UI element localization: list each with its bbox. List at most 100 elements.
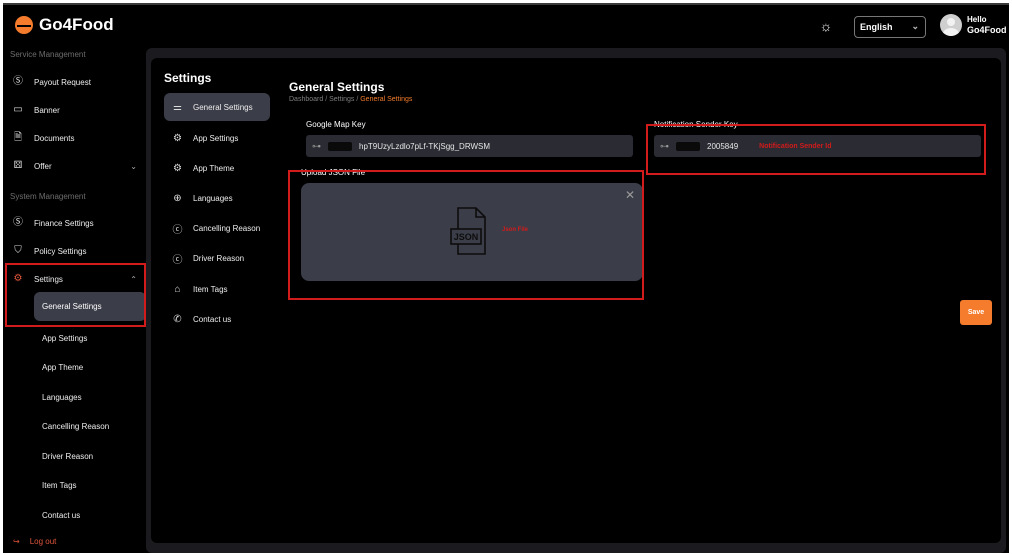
settings-nav-general-settings[interactable]: ⚌ General Settings — [164, 93, 270, 121]
phone-icon: ✆ — [173, 313, 182, 325]
sidebar-item-documents[interactable]: 🗎 Documents — [13, 130, 141, 146]
app-window: Go4Food ☼ English ⌄ Hello Go4Food Servic… — [3, 3, 1009, 553]
settings-nav-label: Cancelling Reason — [193, 223, 261, 233]
logout-label: Log out — [29, 537, 57, 546]
settings-nav-label: Contact us — [193, 314, 232, 324]
settings-nav-item-tags[interactable]: ⌂ Item Tags — [164, 275, 270, 303]
settings-nav-languages[interactable]: ⊕ Languages — [164, 184, 270, 212]
logout-icon: ↪ — [13, 537, 20, 546]
greeting: Hello — [967, 15, 987, 24]
sidebar-sub-contact-us[interactable]: Contact us — [42, 511, 80, 520]
breadcrumb-home[interactable]: Dashboard — [289, 96, 323, 103]
settings-nav-contact-us[interactable]: ✆ Contact us — [164, 305, 270, 333]
json-icon-text: JSON — [454, 232, 479, 242]
page-title: General Settings — [289, 80, 385, 94]
language-select[interactable]: English ⌄ — [854, 16, 926, 38]
sidebar-item-label: Banner — [34, 105, 60, 115]
sliders-icon: ⚌ — [173, 101, 182, 113]
user-name: Go4Food — [967, 25, 1007, 35]
settings-nav-driver-reason[interactable]: ⓒ Driver Reason — [164, 244, 270, 272]
system-management-title: System Management — [10, 192, 86, 201]
sidebar-sub-app-settings[interactable]: App Settings — [42, 334, 87, 343]
sidebar-item-label: Settings — [34, 274, 63, 284]
sidebar-sub-cancelling-reason[interactable]: Cancelling Reason — [42, 422, 109, 431]
settings-nav-label: Item Tags — [193, 284, 228, 294]
upload-json-label: Upload JSON File — [301, 168, 366, 177]
sidebar-item-label: Finance Settings — [34, 218, 94, 228]
breadcrumb-current: General Settings — [360, 96, 413, 103]
offer-icon: ⚄ — [13, 160, 23, 171]
top-bar: Go4Food ☼ English ⌄ Hello Go4Food — [3, 5, 1009, 47]
sidebar-item-payout-request[interactable]: Ⓢ Payout Request — [13, 74, 141, 90]
gear-icon: ⚙ — [173, 162, 182, 174]
user-profile[interactable]: Hello Go4Food — [940, 14, 1007, 36]
sun-icon[interactable]: ☼ — [817, 17, 835, 35]
redacted-mask — [676, 141, 700, 151]
chevron-down-icon: ⌄ — [130, 161, 137, 171]
breadcrumb-parent[interactable]: Settings — [329, 96, 354, 103]
settings-nav-app-settings[interactable]: ⚙ App Settings — [164, 124, 270, 152]
notification-sender-key-value: 2005849 — [707, 141, 739, 151]
settings-nav-label: App Theme — [193, 163, 235, 173]
settings-nav-cancelling-reason[interactable]: ⓒ Cancelling Reason — [164, 214, 270, 242]
tag-icon: ⌂ — [174, 283, 181, 295]
key-icon: ⊶ — [312, 140, 321, 151]
save-button[interactable]: Save — [960, 300, 992, 325]
settings-nav-label: Driver Reason — [193, 253, 245, 263]
sidebar-item-finance-settings[interactable]: Ⓢ Finance Settings — [13, 215, 141, 231]
sidebar-item-label: Policy Settings — [34, 246, 87, 256]
chef-hat-logo-icon — [15, 16, 33, 34]
sidebar-item-settings[interactable]: ⚙ Settings ⌃ — [13, 271, 141, 287]
sidebar-item-banner[interactable]: ▭ Banner — [13, 102, 141, 118]
logout-button[interactable]: ↪ Log out — [13, 537, 56, 546]
sidebar-item-label: Documents — [34, 133, 75, 143]
banner-icon: ▭ — [13, 104, 23, 115]
shield-icon: ⛉ — [14, 245, 22, 256]
google-map-key-input[interactable]: ⊶ hpT9UzyLzdlo7pLf-TKjSgg_DRWSM — [306, 135, 633, 157]
json-file-annotation: Json File — [502, 227, 529, 233]
app-logo[interactable]: Go4Food — [15, 15, 114, 35]
service-management-title: Service Management — [10, 50, 86, 59]
sidebar-sub-languages[interactable]: Languages — [42, 393, 82, 402]
gear-icon: ⚙ — [173, 132, 182, 144]
google-map-key-label: Google Map Key — [306, 120, 366, 129]
settings-nav-label: App Settings — [193, 133, 239, 143]
json-file-icon: JSON — [450, 207, 486, 255]
avatar — [940, 14, 962, 36]
settings-title: Settings — [164, 71, 212, 85]
chevron-up-icon: ⌃ — [130, 274, 137, 284]
json-upload-dropzone[interactable]: ✕ JSON Json File — [301, 183, 643, 281]
notification-sender-id-annotation: Notification Sender Id — [759, 142, 832, 150]
settings-nav-app-theme[interactable]: ⚙ App Theme — [164, 154, 270, 182]
sidebar-sub-driver-reason[interactable]: Driver Reason — [42, 452, 93, 461]
globe-icon: ⊕ — [173, 192, 182, 204]
redacted-mask — [328, 141, 352, 151]
settings-card: Settings ⚌ General Settings ⚙ App Settin… — [151, 58, 1001, 543]
gear-icon: ⚙ — [13, 273, 23, 284]
chevron-down-icon: ⌄ — [911, 21, 919, 31]
notification-sender-key-input[interactable]: ⊶ 2005849 Notification Sender Id — [654, 135, 981, 157]
key-icon: ⊶ — [660, 140, 669, 151]
sidebar-item-offer[interactable]: ⚄ Offer ⌄ — [13, 158, 141, 174]
dollar-circle-icon: Ⓢ — [13, 76, 23, 87]
sidebar-item-label: Offer — [34, 161, 52, 171]
language-value: English — [860, 22, 893, 32]
google-map-key-value: hpT9UzyLzdlo7pLf-TKjSgg_DRWSM — [359, 141, 491, 151]
settings-nav-label: General Settings — [193, 102, 253, 112]
reason-icon: ⓒ — [172, 224, 183, 236]
sidebar-sub-item-tags[interactable]: Item Tags — [42, 481, 77, 490]
document-icon: 🗎 — [13, 132, 23, 143]
close-icon[interactable]: ✕ — [625, 188, 635, 202]
sidebar-item-policy-settings[interactable]: ⛉ Policy Settings — [13, 243, 141, 259]
sidebar-item-label: Payout Request — [34, 77, 91, 87]
sidebar: Service Management Ⓢ Payout Request ▭ Ba… — [3, 47, 146, 553]
breadcrumb: Dashboard / Settings / General Settings — [289, 96, 413, 103]
sidebar-sub-app-theme[interactable]: App Theme — [42, 363, 83, 372]
sidebar-sub-general-settings[interactable]: General Settings — [34, 292, 146, 321]
dollar-circle-icon: Ⓢ — [13, 217, 23, 228]
reason-icon: ⓒ — [172, 254, 183, 266]
content-panel: Settings ⚌ General Settings ⚙ App Settin… — [146, 48, 1006, 553]
settings-nav-label: Languages — [193, 193, 233, 203]
notification-sender-key-label: Notification Sender Key — [654, 120, 738, 129]
app-name: Go4Food — [39, 15, 114, 34]
